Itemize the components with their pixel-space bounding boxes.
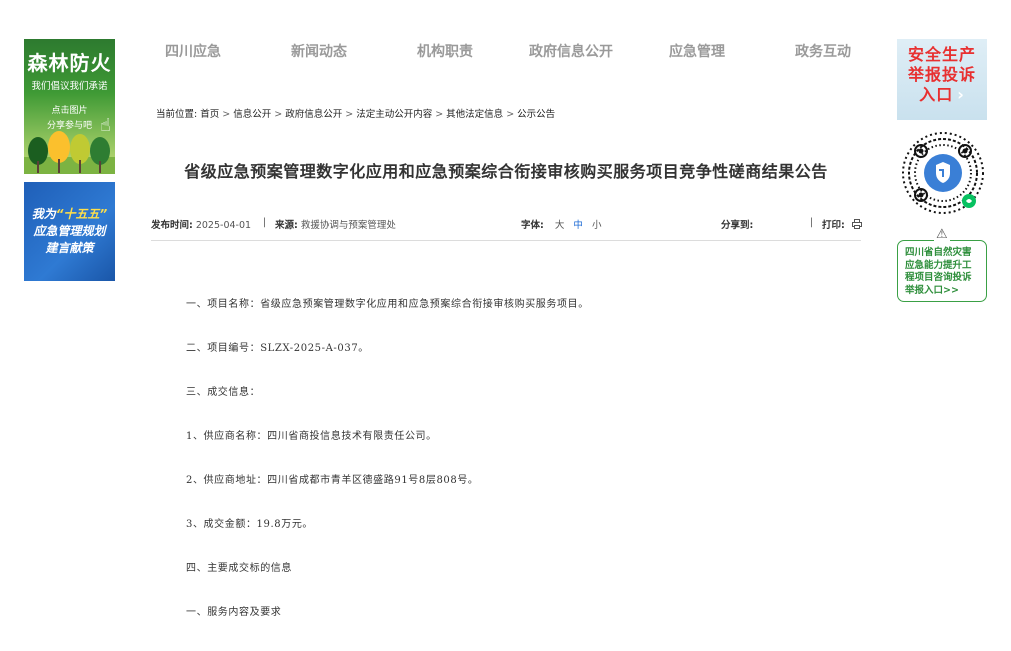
article-paragraph: 二、项目编号：SLZX-2025-A-037。 <box>186 343 369 354</box>
plan-banner-line2: 应急管理规划 <box>33 224 106 238</box>
miniprogram-qr-icon <box>902 132 984 214</box>
article-body: 一、项目名称：省级应急预案管理数字化应用和应急预案综合衔接审核购买服务项目。 二… <box>186 299 856 651</box>
nav-item-sichuan-emergency[interactable]: 四川应急 <box>130 41 256 61</box>
disaster-complaint-entry[interactable]: ⚠ 四川省自然灾害 应急能力提升工 程项目咨询投诉 举报入口>> <box>897 228 987 302</box>
breadcrumb-separator: > <box>274 109 283 120</box>
source-value: 救援协调与预案管理处 <box>300 220 396 231</box>
publish-date-label: 发布时间: <box>151 220 193 231</box>
font-large-button[interactable]: 大 <box>555 220 565 231</box>
article-paragraph: 2、供应商地址：四川省成都市青羊区德盛路91号8层808号。 <box>186 475 479 486</box>
safety-report-entry[interactable]: 安全生产 举报投诉 入口 › <box>897 39 987 120</box>
report-line3: 入口 › <box>897 85 987 105</box>
breadcrumb-prefix: 当前位置: <box>156 109 198 120</box>
chevron-right-icon: › <box>957 85 965 104</box>
disaster-line: 四川省自然灾害 <box>905 247 972 258</box>
breadcrumb-link-gov-info[interactable]: 政府信息公开 <box>285 109 342 120</box>
print-label: 打印: <box>822 220 845 231</box>
breadcrumb-link-statutory[interactable]: 法定主动公开内容 <box>356 109 432 120</box>
breadcrumb: 当前位置: 首页 > 信息公开 > 政府信息公开 > 法定主动公开内容 > 其他法定信息 > 公示公… <box>156 106 555 120</box>
nav-item-organization[interactable]: 机构职责 <box>382 41 508 61</box>
breadcrumb-link-info[interactable]: 信息公开 <box>233 109 271 120</box>
font-medium-button[interactable]: 中 <box>573 220 583 231</box>
publish-info: 发布时间: 2025-04-01 <box>151 217 251 231</box>
disaster-entry-text: 四川省自然灾害 应急能力提升工 程项目咨询投诉 举报入口>> <box>905 247 972 297</box>
breadcrumb-separator: > <box>435 109 444 120</box>
forest-banner-slogan: 我们倡议我们承诺 <box>31 81 108 92</box>
breadcrumb-separator: > <box>345 109 354 120</box>
nav-item-news[interactable]: 新闻动态 <box>256 41 382 61</box>
report-line1: 安全生产 <box>907 45 976 64</box>
five-year-plan-banner[interactable]: 我为“十五五” 应急管理规划 建言献策 <box>24 182 115 281</box>
page-title: 省级应急预案管理数字化应用和应急预案综合衔接审核购买服务项目竞争性磋商结果公告 <box>184 162 828 181</box>
report-line3-text: 入口 <box>919 85 954 104</box>
meta-divider: | <box>263 217 267 228</box>
report-line2: 举报投诉 <box>907 65 976 84</box>
article-paragraph: 3、成交金额：19.8万元。 <box>186 519 314 530</box>
plan-line1-highlight: “十五五” <box>55 207 108 221</box>
article-paragraph: 四、主要成交标的信息 <box>186 563 292 574</box>
share-label: 分享到: <box>721 217 753 231</box>
printer-icon[interactable] <box>851 219 862 229</box>
print-control[interactable]: 打印: <box>822 217 862 231</box>
font-small-button[interactable]: 小 <box>592 220 602 231</box>
font-size-label: 字体: <box>521 220 544 231</box>
meta-divider: | <box>810 217 814 228</box>
source-info: 来源: 救援协调与预案管理处 <box>275 217 396 231</box>
plan-banner-line1: 我为“十五五” <box>24 206 115 223</box>
breadcrumb-separator: > <box>506 109 515 120</box>
trees-illustration <box>24 131 115 174</box>
breadcrumb-separator: > <box>222 109 231 120</box>
article-paragraph: 一、项目名称：省级应急预案管理数字化应用和应急预案综合衔接审核购买服务项目。 <box>186 299 589 310</box>
breadcrumb-link-notice[interactable]: 公示公告 <box>517 109 555 120</box>
plan-line1-prefix: 我为 <box>31 207 56 221</box>
nav-item-gov-info[interactable]: 政府信息公开 <box>508 41 634 61</box>
forest-fire-banner[interactable]: 森林防火 我们倡议我们承诺 点击图片 分享参与吧 ☝ <box>24 39 115 174</box>
article-paragraph: 1、供应商名称：四川省商投信息技术有限责任公司。 <box>186 431 437 442</box>
warning-icon: ⚠ <box>934 227 950 242</box>
article-meta-bar: 发布时间: 2025-04-01 | 来源: 救援协调与预案管理处 字体: 大 … <box>151 216 862 241</box>
breadcrumb-link-other[interactable]: 其他法定信息 <box>446 109 503 120</box>
main-nav: 四川应急 新闻动态 机构职责 政府信息公开 应急管理 政务互动 <box>130 41 882 61</box>
source-label: 来源: <box>275 220 298 231</box>
publish-date: 2025-04-01 <box>195 220 252 231</box>
disaster-line: 应急能力提升工 <box>905 259 972 271</box>
nav-item-emergency-management[interactable]: 应急管理 <box>634 41 760 61</box>
plan-banner-line3: 建言献策 <box>45 241 94 255</box>
disaster-line: 举报入口>> <box>905 284 959 296</box>
forest-banner-title: 森林防火 <box>27 51 112 75</box>
disaster-line: 程项目咨询投诉 <box>905 272 972 283</box>
nav-item-interaction[interactable]: 政务互动 <box>760 41 886 61</box>
breadcrumb-link-home[interactable]: 首页 <box>200 109 219 120</box>
font-size-control: 字体: 大 中 小 <box>521 217 601 231</box>
share-label-text: 分享到: <box>721 220 754 231</box>
article-paragraph: 三、成交信息： <box>186 387 261 398</box>
article-paragraph: 一、服务内容及要求 <box>186 607 282 618</box>
